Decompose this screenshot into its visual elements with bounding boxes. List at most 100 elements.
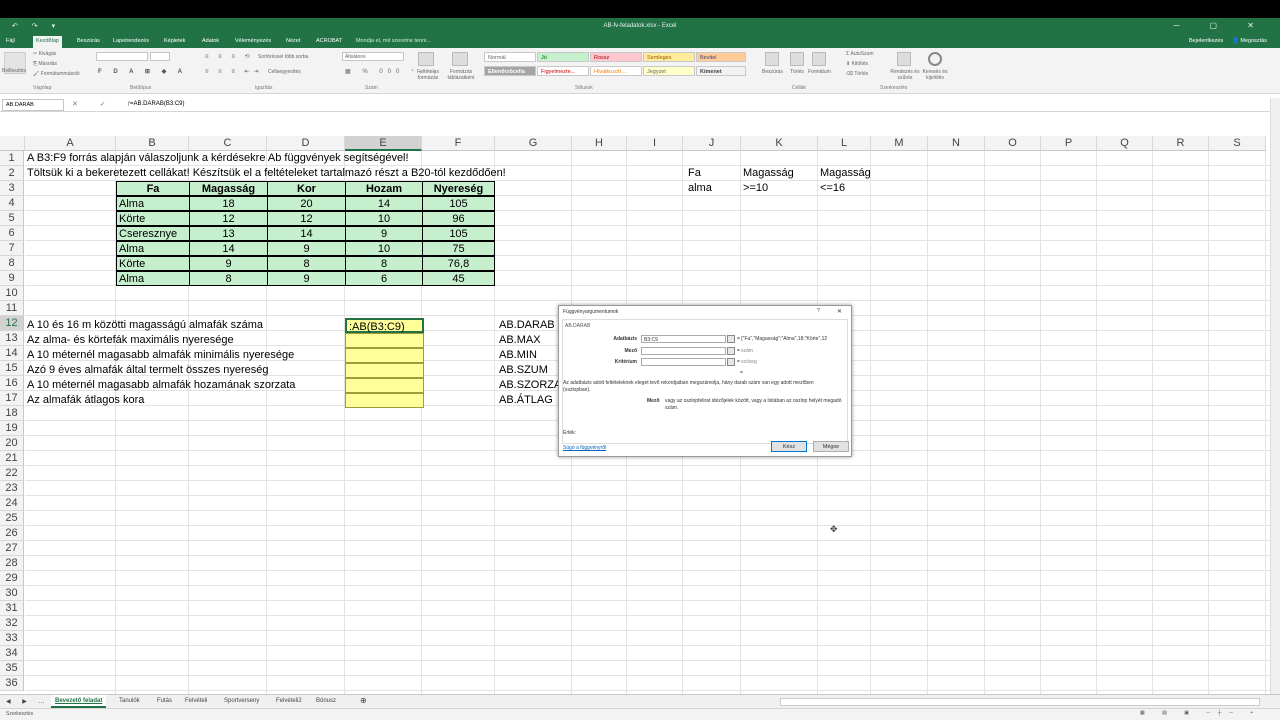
function-name-2[interactable]: AB.MAX xyxy=(497,333,543,348)
row-header[interactable]: 34 xyxy=(0,646,24,661)
row-header[interactable]: 9 xyxy=(0,271,24,286)
autosum-button[interactable]: Σ AutoSzum xyxy=(846,51,874,57)
table-cell[interactable]: 12 xyxy=(189,211,268,226)
style-neutral[interactable]: Semleges xyxy=(643,52,695,62)
criteria-j2[interactable]: Fa xyxy=(686,166,703,181)
merge-cells-button[interactable]: Cellaegyesítés xyxy=(268,69,301,75)
table-cell[interactable]: Körte xyxy=(116,211,190,226)
column-header[interactable]: H xyxy=(572,136,627,151)
sheet-tab-bevezeto[interactable]: Bevezető feladat xyxy=(51,695,107,708)
window-controls[interactable]: ─ ▢ ✕ xyxy=(1174,21,1268,30)
sheet-tab-tanulok[interactable]: Tanulók xyxy=(119,698,140,704)
answer-cell-e12[interactable]: :AB(B3:C9) xyxy=(345,318,424,333)
help-link[interactable]: Súgó a függvényről xyxy=(563,445,606,451)
close-icon[interactable]: ✕ xyxy=(837,308,842,315)
table-cell[interactable]: 10 xyxy=(345,241,423,256)
sort-filter-button[interactable]: Rendezés és szűrés xyxy=(890,69,920,81)
table-cell[interactable]: 75 xyxy=(422,241,495,256)
column-header[interactable]: E xyxy=(345,136,422,151)
question-3[interactable]: A 10 méternél magasabb almafák minimális… xyxy=(25,348,296,363)
table-cell[interactable]: 6 xyxy=(345,271,423,286)
align-buttons-bottom[interactable]: ≡ ≡ ≡ ⇤⇥ xyxy=(205,68,263,75)
sheet-nav-arrows[interactable]: ◀ ▶ … xyxy=(6,698,50,705)
row-header[interactable]: 10 xyxy=(0,286,24,301)
table-header-nyereseg[interactable]: Nyereség xyxy=(422,181,495,196)
table-cell[interactable]: Alma xyxy=(116,196,190,211)
column-header[interactable]: A xyxy=(25,136,116,151)
table-cell[interactable]: 9 xyxy=(267,241,346,256)
row-header[interactable]: 26 xyxy=(0,526,24,541)
insert-cells-icon[interactable] xyxy=(765,52,779,66)
row-header[interactable]: 1 xyxy=(0,151,24,166)
format-cells-icon[interactable] xyxy=(812,52,826,66)
vertical-scrollbar[interactable] xyxy=(1270,98,1280,694)
style-linked-cell[interactable]: Hivatkozott ... xyxy=(590,66,642,76)
row-header[interactable]: 36 xyxy=(0,676,24,691)
function-name-1[interactable]: AB.DARAB xyxy=(497,318,557,333)
column-header[interactable]: G xyxy=(495,136,572,151)
question-4[interactable]: Azó 9 éves almafák által termelt összes … xyxy=(25,363,271,378)
question-1[interactable]: A 10 és 16 m közötti magasságú almafák s… xyxy=(25,318,265,333)
column-header[interactable]: J xyxy=(683,136,741,151)
range-select-icon[interactable] xyxy=(727,335,735,343)
arg-input-mezo[interactable] xyxy=(641,347,726,355)
table-cell[interactable]: Alma xyxy=(116,241,190,256)
table-cell[interactable]: Körte xyxy=(116,256,190,271)
tab-data[interactable]: Adatok xyxy=(202,38,219,44)
table-header-magassag[interactable]: Magasság xyxy=(189,181,268,196)
table-cell[interactable]: 12 xyxy=(267,211,346,226)
table-cell[interactable]: 96 xyxy=(422,211,495,226)
column-header[interactable]: K xyxy=(741,136,818,151)
cell-a1[interactable]: A B3:F9 forrás alapján válaszoljunk a ké… xyxy=(25,151,411,166)
cut-button[interactable]: ✂ Kivágás xyxy=(33,51,56,57)
format-cells-button[interactable]: Formátum xyxy=(808,69,831,75)
table-cell[interactable]: 9 xyxy=(345,226,423,241)
column-header[interactable]: M xyxy=(871,136,928,151)
row-header[interactable]: 22 xyxy=(0,466,24,481)
tab-page-layout[interactable]: Lapelrendezés xyxy=(113,38,149,44)
row-header[interactable]: 21 xyxy=(0,451,24,466)
horizontal-scrollbar[interactable] xyxy=(780,698,1260,706)
table-cell[interactable]: 45 xyxy=(422,271,495,286)
column-header[interactable]: F xyxy=(422,136,495,151)
delete-cells-button[interactable]: Törlés xyxy=(790,69,804,75)
function-name-6[interactable]: AB.ÁTLAG xyxy=(497,393,555,408)
row-header[interactable]: 33 xyxy=(0,631,24,646)
table-cell[interactable]: 8 xyxy=(345,256,423,271)
format-as-table-button[interactable]: Formázás táblázatként xyxy=(446,69,476,81)
table-cell[interactable]: 20 xyxy=(267,196,346,211)
tab-home[interactable]: Kezdőlap xyxy=(33,36,62,48)
style-input[interactable]: Bevitel xyxy=(696,52,746,62)
paste-button[interactable]: Beillesztés xyxy=(2,68,26,74)
table-header-kor[interactable]: Kor xyxy=(267,181,346,196)
row-header[interactable]: 27 xyxy=(0,541,24,556)
answer-cell-e16[interactable] xyxy=(345,378,424,393)
style-note[interactable]: Jegyzet xyxy=(643,66,695,76)
column-header[interactable]: P xyxy=(1041,136,1097,151)
range-select-icon[interactable] xyxy=(727,347,735,355)
sign-in-link[interactable]: Bejelentkezés xyxy=(1189,38,1223,44)
tell-me-search[interactable]: Mondja el, mit szeretne tenni... xyxy=(356,38,431,44)
table-cell[interactable]: 105 xyxy=(422,196,495,211)
font-style-buttons[interactable]: F D A ⊞ ◆ A xyxy=(98,68,187,75)
style-output[interactable]: Kimenet xyxy=(696,66,746,76)
tab-view[interactable]: Nézet xyxy=(286,38,300,44)
clear-button[interactable]: ⌫ Törlés xyxy=(846,71,868,77)
align-buttons-top[interactable]: ≡ ≡ ≡ ⟲ xyxy=(205,53,254,60)
row-header[interactable]: 15 xyxy=(0,361,24,376)
format-as-table-icon[interactable] xyxy=(452,52,468,66)
sheet-tab-felveteli2[interactable]: Felvételi2 xyxy=(276,698,302,704)
add-sheet-icon[interactable]: ⊕ xyxy=(360,696,367,705)
row-header[interactable]: 20 xyxy=(0,436,24,451)
criteria-j3[interactable]: alma xyxy=(686,181,714,196)
tab-file[interactable]: Fájl xyxy=(6,38,15,44)
sheet-tab-felveteli[interactable]: Felvételi xyxy=(185,698,207,704)
table-cell[interactable]: 13 xyxy=(189,226,268,241)
row-header[interactable]: 13 xyxy=(0,331,24,346)
row-header[interactable]: 5 xyxy=(0,211,24,226)
column-header[interactable]: S xyxy=(1209,136,1266,151)
conditional-format-button[interactable]: Feltételes formázás xyxy=(414,69,442,81)
table-cell[interactable]: 9 xyxy=(267,271,346,286)
share-button[interactable]: 👤 Megosztás xyxy=(1232,38,1267,44)
column-header[interactable]: R xyxy=(1153,136,1209,151)
